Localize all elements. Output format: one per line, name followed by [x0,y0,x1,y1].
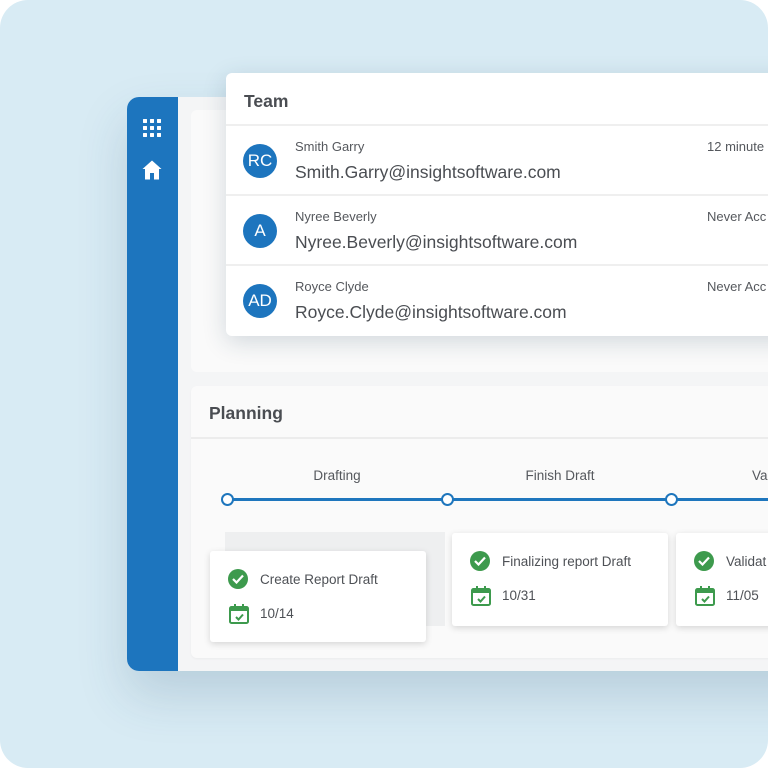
member-email: Royce.Clyde@insightsoftware.com [295,302,567,322]
planning-title: Planning [209,403,283,423]
task-title: Create Report Draft [260,572,378,587]
last-access: 12 minute [707,139,765,154]
check-circle-icon [694,551,714,571]
calendar-check-icon [694,585,716,607]
grid-icon[interactable] [140,116,164,140]
sidebar [127,97,178,671]
task-title: Validat [726,554,767,569]
member-name: Nyree Beverly [295,209,377,224]
member-name: Smith Garry [295,139,365,154]
calendar-check-icon [470,585,492,607]
home-icon[interactable] [140,158,164,182]
member-email: Nyree.Beverly@insightsoftware.com [295,232,578,252]
team-member-row[interactable]: AD Royce Clyde Royce.Clyde@insightsoftwa… [226,264,768,334]
task-card[interactable]: Finalizing report Draft 10/31 [452,533,668,626]
planning-card: Planning Drafting Finish Draft Va Create… [191,386,768,658]
team-member-row[interactable]: RC Smith Garry Smith.Garry@insightsoftwa… [226,124,768,194]
timeline-track [227,498,768,501]
last-access: Never Acc [707,279,767,294]
team-member-row[interactable]: A Nyree Beverly Nyree.Beverly@insightsof… [226,194,768,264]
timeline-node[interactable] [441,493,454,506]
member-email: Smith.Garry@insightsoftware.com [295,162,561,182]
avatar: RC [243,144,277,178]
task-due-date: 10/14 [260,606,294,621]
team-panel: Team RC Smith Garry Smith.Garry@insights… [226,73,768,336]
task-due-date: 11/05 [726,588,759,603]
check-circle-icon [470,551,490,571]
member-name: Royce Clyde [295,279,369,294]
check-circle-icon [228,569,248,589]
timeline-node[interactable] [665,493,678,506]
stage-label-validation: Va [752,468,768,483]
team-title: Team [244,91,289,111]
stage-label-drafting: Drafting [313,468,361,483]
task-card[interactable]: Validat 11/05 [676,533,768,626]
avatar: AD [243,284,277,318]
last-access: Never Acc [707,209,767,224]
divider [191,437,768,439]
avatar: A [243,214,277,248]
task-card[interactable]: Create Report Draft 10/14 [210,551,426,642]
calendar-check-icon [228,603,250,625]
page-background: Planning Drafting Finish Draft Va Create… [0,0,768,768]
stage-label-finish-draft: Finish Draft [525,468,595,483]
task-due-date: 10/31 [502,588,536,603]
task-title: Finalizing report Draft [502,554,632,569]
timeline-node[interactable] [221,493,234,506]
